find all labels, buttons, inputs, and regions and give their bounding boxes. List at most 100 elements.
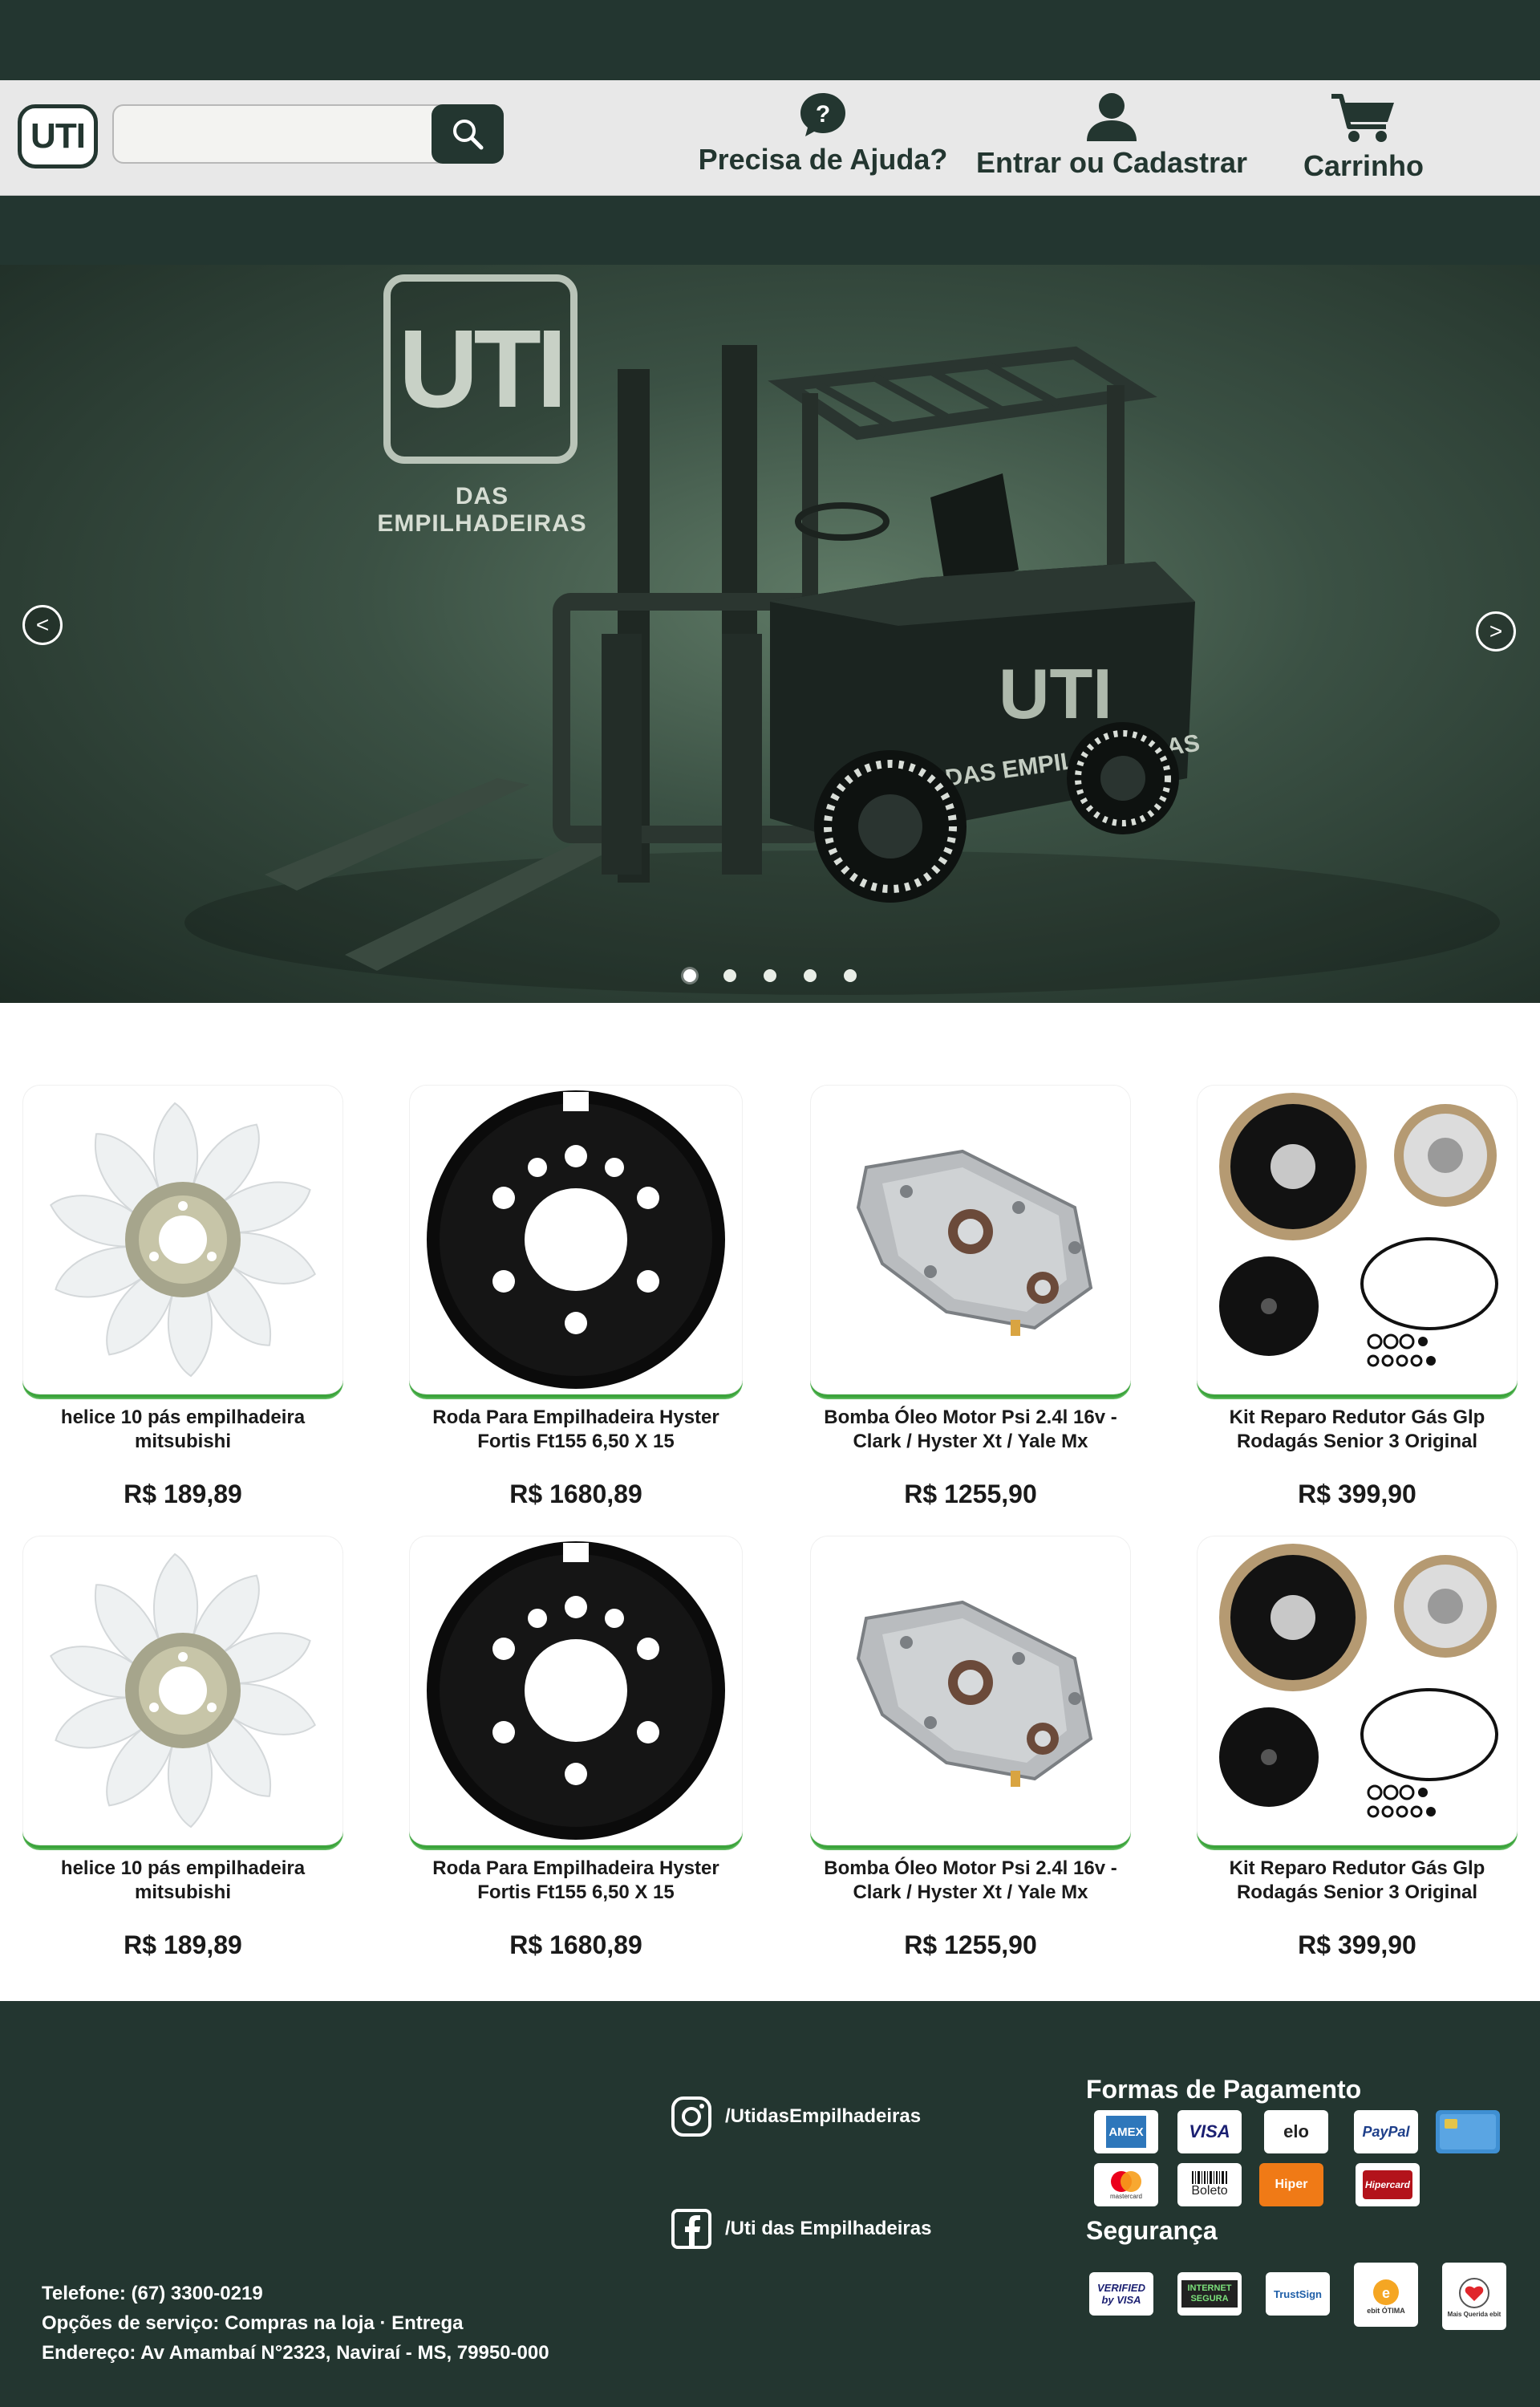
wheel-icon <box>427 1090 725 1389</box>
product-name[interactable]: helice 10 pás empilhadeira mitsubishi <box>22 1406 343 1457</box>
forklift-illustration: UTI DAS EMPILHADEIRAS <box>184 345 1500 995</box>
product-image[interactable] <box>1197 1536 1518 1849</box>
verified-by-visa-icon: VERIFIED by VISA <box>1097 2282 1145 2306</box>
search-button[interactable] <box>432 104 504 164</box>
product-price: R$ 189,89 <box>124 1480 242 1508</box>
ebit-award-label: Mais Querida ebit <box>1447 2310 1502 2318</box>
cart-link[interactable]: Carrinho <box>1293 91 1434 183</box>
page: UTI ? Precisa de Ajuda? Entrar ou Cadast… <box>0 0 1540 2407</box>
hero-subtitle: DAS EMPILHADEIRAS <box>377 483 587 537</box>
ebit-medal-icon: e <box>1373 2279 1399 2305</box>
chevron-right-icon: > <box>1489 619 1503 643</box>
mastercard-label: mastercard <box>1109 2192 1142 2200</box>
site-header: UTI ? Precisa de Ajuda? Entrar ou Cadast… <box>0 80 1540 196</box>
mastercard-badge: mastercard <box>1094 2163 1158 2206</box>
trustsign-badge: TrustSign <box>1266 2272 1330 2316</box>
product-card[interactable]: Roda Para Empilhadeira Hyster Fortis Ft1… <box>409 1536 743 1960</box>
product-image[interactable] <box>810 1085 1131 1398</box>
ebit-award-badge: Mais Querida ebit <box>1442 2263 1506 2330</box>
contact-services: Opções de serviço: Compras na loja · Ent… <box>42 2312 464 2334</box>
product-card[interactable]: Kit Reparo Redutor Gás Glp Rodagás Senio… <box>1197 1536 1518 1960</box>
product-image[interactable] <box>810 1536 1131 1849</box>
product-price: R$ 1255,90 <box>904 1930 1037 1959</box>
product-name[interactable]: Bomba Óleo Motor Psi 2.4l 16v - Clark / … <box>810 1406 1131 1457</box>
instagram-handle: /UtidasEmpilhadeiras <box>725 2105 922 2127</box>
fan-icon <box>49 1102 317 1378</box>
facebook-link[interactable]: /Uti das Empilhadeiras <box>671 2208 931 2250</box>
product-card[interactable]: helice 10 pás empilhadeira mitsubishi R$… <box>22 1085 343 1509</box>
boleto-label: Boleto <box>1191 2184 1228 2198</box>
product-name[interactable]: Kit Reparo Redutor Gás Glp Rodagás Senio… <box>1197 1406 1518 1457</box>
instagram-link[interactable]: /UtidasEmpilhadeiras <box>671 2096 921 2137</box>
contact-address: Endereço: Av Amambaí N°2323, Naviraí - M… <box>42 2342 549 2364</box>
carousel-dot-1[interactable] <box>683 969 696 982</box>
fan-icon <box>49 1553 317 1829</box>
product-name[interactable]: Roda Para Empilhadeira Hyster Fortis Ft1… <box>409 1406 743 1457</box>
search-icon <box>453 120 484 150</box>
carousel-prev-button[interactable]: < <box>22 605 63 645</box>
chevron-left-icon: < <box>35 612 50 637</box>
top-strip <box>0 0 1540 80</box>
elo-icon: elo <box>1283 2121 1309 2141</box>
product-card[interactable]: Bomba Óleo Motor Psi 2.4l 16v - Clark / … <box>810 1085 1131 1509</box>
search-bar <box>112 104 504 164</box>
help-label: Precisa de Ajuda? <box>698 143 948 176</box>
hiper-icon: Hiper <box>1275 2178 1308 2191</box>
visa-badge: VISA <box>1177 2110 1242 2153</box>
carousel-next-button[interactable]: > <box>1476 611 1516 651</box>
trustsign-icon: TrustSign <box>1274 2287 1322 2300</box>
product-card[interactable]: Roda Para Empilhadeira Hyster Fortis Ft1… <box>409 1085 743 1509</box>
hipercard-badge: Hipercard <box>1356 2163 1420 2206</box>
product-card[interactable]: Bomba Óleo Motor Psi 2.4l 16v - Clark / … <box>810 1536 1131 1960</box>
product-name[interactable]: helice 10 pás empilhadeira mitsubishi <box>22 1857 343 1908</box>
hero-logo-text: UTI <box>398 306 567 431</box>
product-image[interactable] <box>409 1536 743 1849</box>
heart-award-icon <box>1459 2277 1489 2308</box>
hero-logo: UTI <box>383 274 578 464</box>
account-label: Entrar ou Cadastrar <box>975 146 1248 179</box>
carousel-dot-3[interactable] <box>764 969 776 982</box>
credit-card-icon <box>1440 2114 1496 2149</box>
product-image[interactable] <box>22 1085 343 1398</box>
hero-banner: UTI DAS EMPILHADEIRAS UTI DAS EMPILHADEI… <box>0 265 1540 1003</box>
product-price: R$ 1680,89 <box>509 1480 642 1508</box>
product-image[interactable] <box>1197 1085 1518 1398</box>
wheel-icon <box>427 1541 725 1840</box>
login-register-link[interactable]: Entrar ou Cadastrar <box>975 91 1248 180</box>
paypal-badge: PayPal <box>1354 2110 1418 2153</box>
product-card[interactable]: helice 10 pás empilhadeira mitsubishi R$… <box>22 1536 343 1960</box>
svg-text:e: e <box>1382 2285 1390 2301</box>
repair-kit-icon <box>1219 1093 1498 1367</box>
visa-icon: VISA <box>1189 2121 1230 2141</box>
svg-text:UTI: UTI <box>999 654 1112 733</box>
site-logo[interactable]: UTI <box>18 104 98 168</box>
barcode-icon <box>1192 2171 1227 2184</box>
product-price: R$ 399,90 <box>1298 1930 1416 1959</box>
product-name[interactable]: Roda Para Empilhadeira Hyster Fortis Ft1… <box>409 1857 743 1908</box>
internet-segura-badge: INTERNET SEGURA <box>1177 2272 1242 2316</box>
cart-icon <box>1331 94 1394 142</box>
help-link[interactable]: ? Precisa de Ajuda? <box>698 91 948 177</box>
mastercard-icon <box>1111 2170 1141 2192</box>
product-name[interactable]: Kit Reparo Redutor Gás Glp Rodagás Senio… <box>1197 1857 1518 1908</box>
internet-segura-icon: INTERNET SEGURA <box>1181 2280 1238 2308</box>
logo-text: UTI <box>30 116 86 156</box>
security-title: Segurança <box>1086 2216 1218 2245</box>
oil-pump-icon <box>856 1600 1093 1787</box>
instagram-icon <box>671 2096 711 2137</box>
facebook-icon <box>671 2209 711 2249</box>
carousel-dot-5[interactable] <box>844 969 857 982</box>
carousel-dot-4[interactable] <box>804 969 817 982</box>
user-icon <box>1087 93 1137 141</box>
amex-badge: AMEX <box>1094 2110 1158 2153</box>
contact-phone: Telefone: (67) 3300-0219 <box>42 2283 263 2304</box>
product-name[interactable]: Bomba Óleo Motor Psi 2.4l 16v - Clark / … <box>810 1857 1131 1908</box>
product-image[interactable] <box>409 1085 743 1398</box>
search-input[interactable] <box>119 109 432 159</box>
svg-text:?: ? <box>816 101 830 128</box>
repair-kit-icon <box>1219 1544 1498 1818</box>
hiper-badge: Hiper <box>1259 2163 1323 2206</box>
product-card[interactable]: Kit Reparo Redutor Gás Glp Rodagás Senio… <box>1197 1085 1518 1509</box>
carousel-dot-2[interactable] <box>723 969 736 982</box>
product-image[interactable] <box>22 1536 343 1849</box>
